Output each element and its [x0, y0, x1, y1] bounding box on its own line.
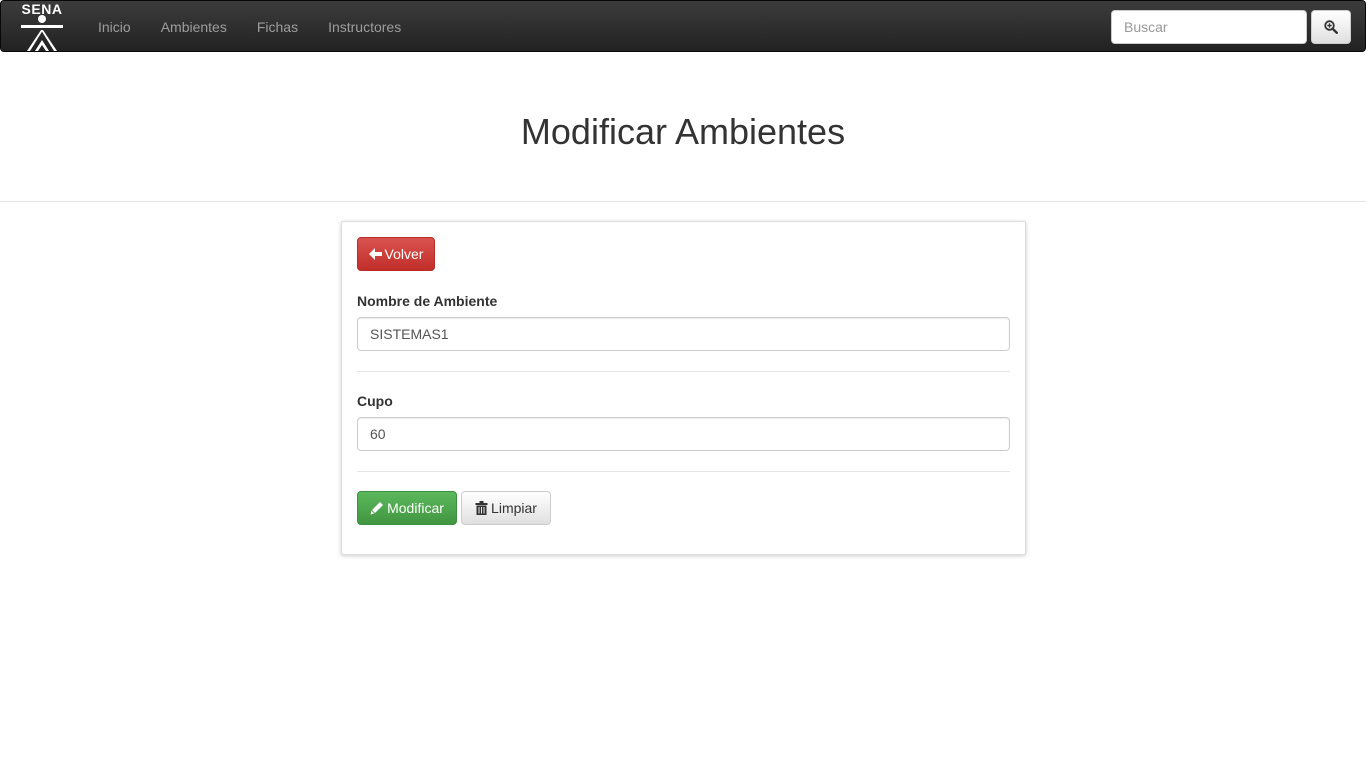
nombre-label: Nombre de Ambiente [357, 293, 498, 309]
pencil-icon [370, 501, 384, 515]
sena-emblem-icon [21, 15, 63, 51]
main-nav: Inicio Ambientes Fichas Instructores [83, 1, 416, 53]
modificar-button-label: Modificar [387, 500, 444, 516]
modificar-button[interactable]: Modificar [357, 491, 457, 525]
limpiar-button-label: Limpiar [491, 500, 537, 516]
search-button[interactable] [1311, 10, 1351, 44]
nav-item-instructores[interactable]: Instructores [313, 1, 416, 53]
divider [357, 471, 1010, 472]
sena-logo[interactable]: SENA [15, 2, 69, 52]
nav-item-inicio[interactable]: Inicio [83, 1, 146, 53]
cupo-label: Cupo [357, 393, 393, 409]
zoom-in-icon [1324, 20, 1338, 34]
nav-item-fichas[interactable]: Fichas [242, 1, 313, 53]
top-navbar: SENA Inicio Ambientes Fichas Instructore… [0, 0, 1366, 52]
nombre-field[interactable] [357, 317, 1010, 351]
divider [357, 371, 1010, 372]
trash-icon [475, 501, 488, 515]
back-button[interactable]: Volver [357, 237, 435, 271]
page-title: Modificar Ambientes [520, 111, 846, 152]
limpiar-button[interactable]: Limpiar [461, 491, 551, 525]
cupo-field[interactable] [357, 417, 1010, 451]
search-input[interactable] [1111, 10, 1307, 44]
back-button-label: Volver [384, 246, 424, 262]
form-panel: Volver Nombre de Ambiente Cupo Modificar [341, 221, 1026, 555]
arrow-left-icon [368, 248, 382, 260]
nav-item-ambientes[interactable]: Ambientes [146, 1, 242, 53]
